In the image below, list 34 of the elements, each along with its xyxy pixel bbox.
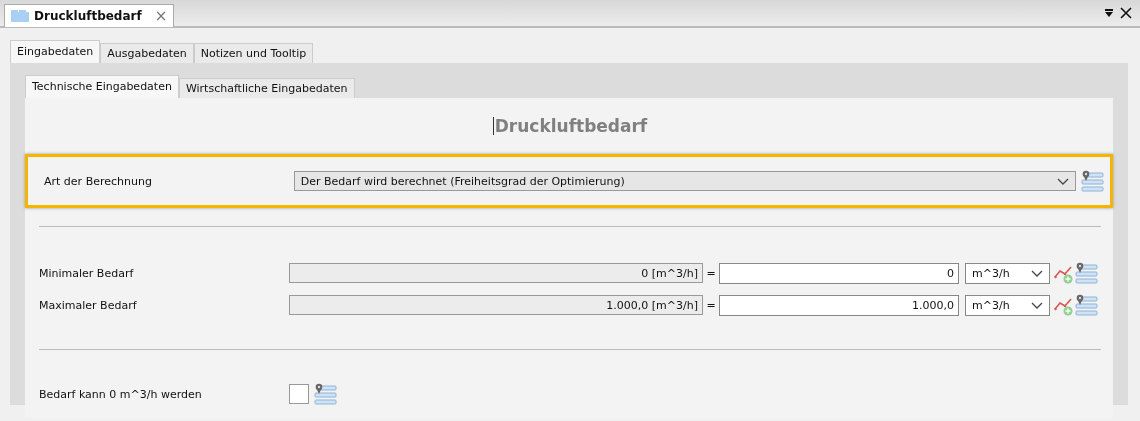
equals-sign: = [705, 266, 717, 280]
unit-dropdown[interactable]: m^3/h [965, 262, 1050, 284]
folder-icon [11, 9, 29, 22]
field-label: Maximaler Bedarf [39, 298, 138, 312]
pin-list-icon[interactable] [313, 383, 337, 405]
field-label: Minimaler Bedarf [39, 266, 135, 280]
pin-list-icon[interactable] [1074, 262, 1098, 284]
close-button[interactable]: × [154, 6, 168, 25]
computed-field: 1.000,0 [m^3/h] [289, 295, 703, 315]
tab[interactable]: Ausgabedaten [100, 43, 194, 63]
caret-icon [1031, 300, 1043, 310]
pin-list-icon[interactable] [1074, 294, 1098, 316]
caret-icon [1031, 268, 1043, 278]
checkbox[interactable] [289, 384, 309, 404]
pin-list-icon[interactable] [1080, 170, 1104, 192]
close-icon[interactable] [1120, 7, 1132, 19]
tab[interactable]: Eingabedaten [10, 40, 101, 63]
input-field[interactable]: 1.000,0 [719, 294, 959, 316]
caret-icon [1057, 176, 1069, 186]
tab[interactable]: Wirtschaftliche Eingabedaten [178, 78, 355, 98]
computed-field: 0 [m^3/h] [289, 263, 703, 283]
field-label: Bedarf kann 0 m^3/h werden [39, 387, 203, 401]
tab[interactable]: Notizen und Tooltip [193, 43, 314, 63]
dropdown[interactable]: Der Bedarf wird berechnet (Freiheitsgrad der Optimierung) [293, 171, 1076, 191]
unit-dropdown[interactable]: m^3/h [965, 294, 1050, 316]
document-title: Druckluftbedarf [34, 8, 142, 23]
document-tab[interactable]: Druckluftbedarf × [4, 3, 175, 27]
form-title: Druckluftbedarf [494, 116, 648, 136]
equals-sign: = [705, 298, 717, 312]
input-field[interactable]: 0 [719, 262, 959, 284]
field-label: Art der Berechnung [44, 174, 153, 188]
text-cursor [492, 117, 494, 135]
tab[interactable]: Technische Eingabedaten [25, 75, 179, 98]
dropdown-icon[interactable] [1104, 8, 1114, 18]
